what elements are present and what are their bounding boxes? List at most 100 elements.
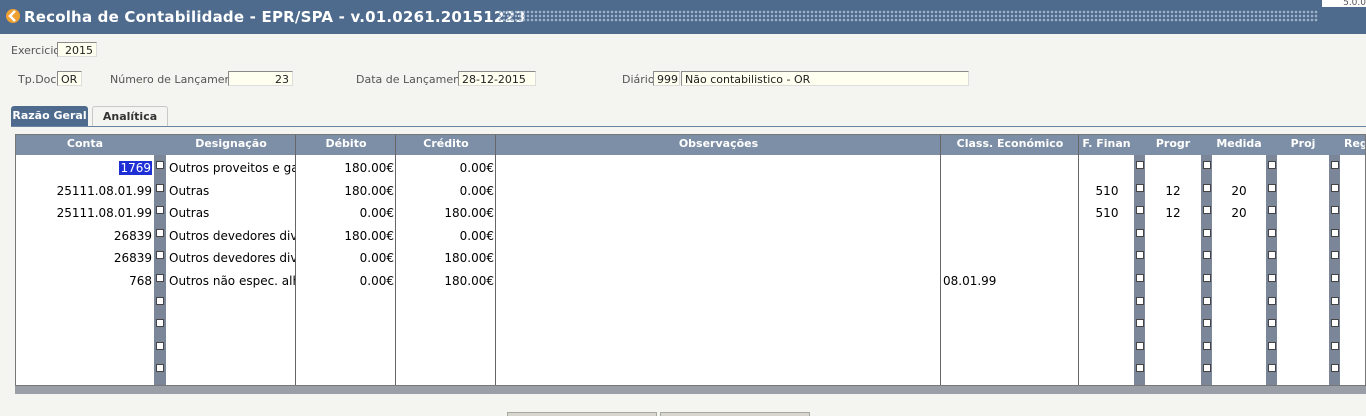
row-checkbox[interactable] <box>1203 161 1211 169</box>
row-checkbox[interactable] <box>1268 206 1276 215</box>
cell-medida[interactable]: 20 <box>1213 180 1265 202</box>
cell-proj[interactable] <box>1278 157 1328 179</box>
cell-finan[interactable] <box>1080 293 1134 315</box>
row-checkbox[interactable] <box>156 341 164 350</box>
cell-credito[interactable]: 0.00€ <box>398 157 494 179</box>
row-checkbox[interactable] <box>156 319 164 328</box>
cell-conta[interactable] <box>18 293 152 315</box>
row-checkbox[interactable] <box>1331 251 1339 260</box>
data-field[interactable]: 28-12-2015 <box>458 71 536 86</box>
cell-proj[interactable] <box>1278 202 1328 224</box>
row-checkbox[interactable] <box>1268 296 1276 305</box>
cell-finan[interactable]: 510 <box>1080 202 1134 224</box>
cell-debito[interactable] <box>298 338 394 360</box>
row-checkbox[interactable] <box>1203 251 1211 260</box>
cell-conta[interactable]: 25111.08.01.99 <box>18 180 152 202</box>
cell-designacao[interactable] <box>169 293 295 315</box>
cell-medida[interactable] <box>1213 247 1265 269</box>
row-checkbox[interactable] <box>156 183 164 192</box>
row-checkbox[interactable] <box>1268 183 1276 192</box>
row-checkbox[interactable] <box>1203 296 1211 305</box>
cell-proj[interactable] <box>1278 338 1328 360</box>
row-checkbox[interactable] <box>1331 161 1339 169</box>
row-checkbox[interactable] <box>156 274 164 282</box>
cell-proj[interactable] <box>1278 225 1328 247</box>
row-checkbox[interactable] <box>156 206 164 215</box>
cell-class[interactable] <box>943 247 1077 269</box>
cell-progr[interactable] <box>1146 360 1200 382</box>
cell-class[interactable] <box>943 157 1077 179</box>
cell-progr[interactable]: 12 <box>1146 180 1200 202</box>
cell-designacao[interactable]: Outras <box>169 202 295 224</box>
cell-credito[interactable] <box>398 293 494 315</box>
row-checkbox[interactable] <box>1331 341 1339 350</box>
cell-debito[interactable]: 180.00€ <box>298 225 394 247</box>
cell-debito[interactable]: 0.00€ <box>298 270 394 292</box>
action-button[interactable] <box>660 412 810 416</box>
cell-obs[interactable] <box>499 338 939 360</box>
cell-obs[interactable] <box>499 293 939 315</box>
cell-medida[interactable]: 20 <box>1213 202 1265 224</box>
cell-credito[interactable]: 180.00€ <box>398 202 494 224</box>
row-checkbox[interactable] <box>1203 206 1211 215</box>
row-checkbox[interactable] <box>156 161 164 169</box>
row-checkbox[interactable] <box>1268 161 1276 169</box>
row-checkbox[interactable] <box>1331 228 1339 237</box>
cell-finan[interactable] <box>1080 315 1134 337</box>
row-checkbox[interactable] <box>1136 319 1144 328</box>
cell-credito[interactable]: 0.00€ <box>398 180 494 202</box>
cell-medida[interactable] <box>1213 293 1265 315</box>
cell-reg[interactable] <box>1341 225 1365 247</box>
row-checkbox[interactable] <box>156 296 164 305</box>
cell-debito[interactable]: 180.00€ <box>298 157 394 179</box>
cell-conta[interactable]: 25111.08.01.99 <box>18 202 152 224</box>
cell-obs[interactable] <box>499 360 939 382</box>
row-checkbox[interactable] <box>1136 206 1144 215</box>
row-checkbox[interactable] <box>1203 364 1211 373</box>
cell-obs[interactable] <box>499 157 939 179</box>
cell-medida[interactable] <box>1213 338 1265 360</box>
cell-finan[interactable] <box>1080 360 1134 382</box>
row-checkbox[interactable] <box>1203 341 1211 350</box>
row-checkbox[interactable] <box>1268 319 1276 328</box>
cell-finan[interactable] <box>1080 338 1134 360</box>
row-checkbox[interactable] <box>1136 296 1144 305</box>
cell-credito[interactable] <box>398 338 494 360</box>
cell-credito[interactable] <box>398 360 494 382</box>
cell-finan[interactable]: 510 <box>1080 180 1134 202</box>
cell-debito[interactable] <box>298 360 394 382</box>
cell-proj[interactable] <box>1278 360 1328 382</box>
row-checkbox[interactable] <box>1331 364 1339 373</box>
row-checkbox[interactable] <box>1331 206 1339 215</box>
cell-proj[interactable] <box>1278 180 1328 202</box>
cell-medida[interactable] <box>1213 225 1265 247</box>
cell-class[interactable] <box>943 338 1077 360</box>
row-checkbox[interactable] <box>1268 228 1276 237</box>
row-checkbox[interactable] <box>1268 341 1276 350</box>
cell-class[interactable] <box>943 360 1077 382</box>
row-checkbox[interactable] <box>1136 228 1144 237</box>
cell-debito[interactable]: 180.00€ <box>298 180 394 202</box>
cell-finan[interactable] <box>1080 247 1134 269</box>
cell-proj[interactable] <box>1278 315 1328 337</box>
diario-code-field[interactable]: 999 <box>653 71 680 86</box>
row-checkbox[interactable] <box>1203 274 1211 282</box>
cell-debito[interactable]: 0.00€ <box>298 202 394 224</box>
cell-proj[interactable] <box>1278 293 1328 315</box>
cell-reg[interactable] <box>1341 157 1365 179</box>
cell-class[interactable] <box>943 225 1077 247</box>
cell-designacao[interactable]: Outros devedores dive <box>169 247 295 269</box>
row-checkbox[interactable] <box>1331 274 1339 282</box>
cell-debito[interactable] <box>298 315 394 337</box>
cell-finan[interactable] <box>1080 270 1134 292</box>
action-button[interactable] <box>507 412 657 416</box>
cell-reg[interactable] <box>1341 293 1365 315</box>
cell-class[interactable] <box>943 293 1077 315</box>
row-checkbox[interactable] <box>156 364 164 373</box>
diario-desc-field[interactable]: Não contabilistico - OR <box>681 71 969 86</box>
numero-field[interactable]: 23 <box>228 71 293 86</box>
cell-medida[interactable] <box>1213 270 1265 292</box>
cell-obs[interactable] <box>499 315 939 337</box>
cell-medida[interactable] <box>1213 360 1265 382</box>
cell-class[interactable]: 08.01.99 <box>943 270 1077 292</box>
